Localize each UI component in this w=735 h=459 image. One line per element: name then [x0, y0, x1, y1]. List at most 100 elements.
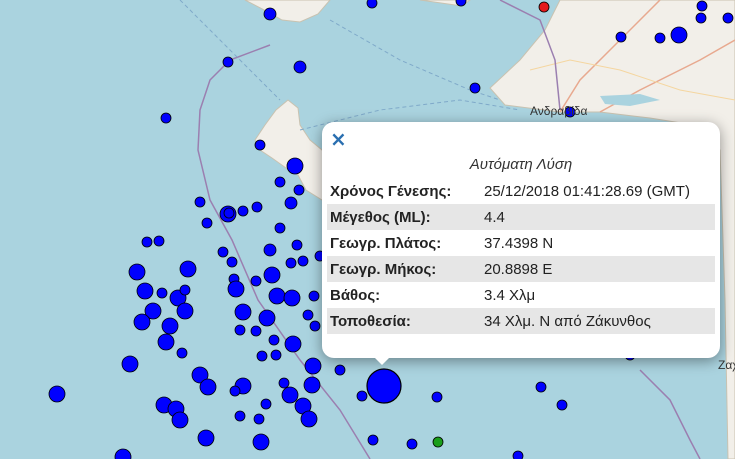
earthquake-marker[interactable] — [254, 139, 266, 151]
earthquake-marker[interactable] — [237, 205, 249, 217]
earthquake-marker[interactable] — [234, 303, 252, 321]
earthquake-marker[interactable] — [309, 320, 321, 332]
earthquake-marker[interactable] — [234, 410, 246, 422]
earthquake-marker[interactable] — [156, 287, 168, 299]
earthquake-marker[interactable] — [366, 0, 378, 9]
earthquake-marker[interactable] — [431, 391, 443, 403]
row-value: 4.4 — [481, 204, 715, 230]
earthquake-marker[interactable] — [229, 385, 241, 397]
earthquake-marker[interactable] — [293, 60, 307, 74]
earthquake-marker[interactable] — [278, 377, 290, 389]
earthquake-marker[interactable] — [286, 157, 304, 175]
earthquake-marker[interactable] — [268, 287, 286, 305]
earthquake-marker[interactable] — [199, 378, 217, 396]
earthquake-marker[interactable] — [284, 335, 302, 353]
place-label-andravida: Ανδραβίδα — [530, 104, 588, 118]
earthquake-marker[interactable] — [334, 364, 346, 376]
earthquake-marker[interactable] — [695, 12, 707, 24]
earthquake-marker[interactable] — [293, 184, 305, 196]
earthquake-marker[interactable] — [274, 176, 286, 188]
earthquake-marker[interactable] — [302, 309, 314, 321]
row-value: 37.4398 N — [484, 234, 554, 252]
earthquake-marker[interactable] — [256, 350, 268, 362]
place-label-zakynthos: Ζαχ — [718, 358, 735, 372]
earthquake-marker[interactable] — [455, 0, 467, 7]
earthquake-marker[interactable] — [300, 410, 318, 428]
earthquake-marker[interactable] — [201, 217, 213, 229]
row-value: 20.8898 E — [481, 256, 715, 282]
table-row: Γεωγρ. Πλάτος: 37.4398 N — [327, 230, 715, 256]
earthquake-marker[interactable] — [226, 256, 238, 268]
earthquake-marker[interactable] — [367, 434, 379, 446]
recent-earthquake-marker[interactable] — [538, 1, 550, 13]
row-label: Βάθος: — [330, 286, 381, 304]
earthquake-marker[interactable] — [469, 82, 481, 94]
close-button[interactable]: × — [330, 128, 347, 150]
earthquake-marker[interactable] — [161, 317, 179, 335]
earthquake-marker[interactable] — [722, 12, 734, 24]
earthquake-info-table: Χρόνος Γένεσης: 25/12/2018 01:41:28.69 (… — [327, 178, 715, 334]
earthquake-marker[interactable] — [258, 309, 276, 327]
earthquake-marker[interactable] — [179, 260, 197, 278]
earthquake-marker[interactable] — [263, 266, 281, 284]
earthquake-marker[interactable] — [654, 32, 666, 44]
earthquake-marker[interactable] — [263, 243, 277, 257]
earthquake-marker[interactable] — [304, 357, 322, 375]
earthquake-marker[interactable] — [406, 438, 418, 450]
row-label: Τοποθεσία: — [327, 308, 481, 334]
earthquake-marker[interactable] — [141, 236, 153, 248]
row-value: 34 Χλμ. Ν από Ζάκυνθος — [481, 308, 715, 334]
earthquake-marker[interactable] — [253, 413, 265, 425]
earthquake-marker[interactable] — [284, 196, 298, 210]
earthquake-marker[interactable] — [308, 290, 320, 302]
earthquake-marker[interactable] — [222, 56, 234, 68]
earthquake-marker[interactable] — [512, 450, 524, 459]
earthquake-marker[interactable] — [48, 385, 66, 403]
earthquake-marker[interactable] — [291, 239, 303, 251]
earthquake-marker[interactable] — [133, 313, 151, 331]
earthquake-marker[interactable] — [303, 376, 321, 394]
earthquake-marker[interactable] — [153, 235, 165, 247]
earthquake-marker[interactable] — [274, 222, 286, 234]
earthquake-marker[interactable] — [136, 282, 154, 300]
earthquake-marker[interactable] — [283, 289, 301, 307]
earthquake-marker[interactable] — [223, 207, 235, 219]
earthquake-marker[interactable] — [535, 381, 547, 393]
earthquake-marker[interactable] — [128, 263, 146, 281]
row-label: Μέγεθος (ML): — [327, 204, 481, 230]
earthquake-marker[interactable] — [556, 399, 568, 411]
earthquake-marker[interactable] — [171, 411, 189, 429]
earthquake-marker[interactable] — [157, 333, 175, 351]
selected-earthquake-marker[interactable] — [366, 368, 402, 404]
earthquake-marker[interactable] — [297, 255, 309, 267]
earthquake-marker[interactable] — [615, 31, 627, 43]
table-row: Χρόνος Γένεσης: 25/12/2018 01:41:28.69 (… — [327, 178, 715, 204]
earthquake-popup: × Αυτόματη Λύση Χρόνος Γένεσης: 25/12/20… — [322, 122, 720, 358]
earthquake-marker[interactable] — [670, 26, 688, 44]
earthquake-marker[interactable] — [227, 280, 245, 298]
earthquake-marker[interactable] — [176, 302, 194, 320]
earthquake-marker[interactable] — [251, 201, 263, 213]
earthquake-marker[interactable] — [285, 257, 297, 269]
earthquake-marker[interactable] — [696, 0, 708, 12]
row-value: 3.4 Χλμ — [484, 286, 536, 304]
earthquake-marker[interactable] — [179, 284, 191, 296]
earthquake-marker[interactable] — [281, 386, 299, 404]
earthquake-marker[interactable] — [217, 246, 229, 258]
earthquake-marker[interactable] — [432, 436, 444, 448]
row-label: Χρόνος Γένεσης: — [330, 182, 452, 200]
earthquake-marker[interactable] — [197, 429, 215, 447]
earthquake-marker[interactable] — [252, 433, 270, 451]
earthquake-marker[interactable] — [260, 398, 272, 410]
earthquake-marker[interactable] — [270, 349, 282, 361]
earthquake-marker[interactable] — [263, 7, 277, 21]
earthquake-marker[interactable] — [121, 355, 139, 373]
earthquake-marker[interactable] — [176, 347, 188, 359]
earthquake-marker[interactable] — [250, 325, 262, 337]
earthquake-marker[interactable] — [234, 324, 246, 336]
earthquake-marker[interactable] — [194, 196, 206, 208]
earthquake-marker[interactable] — [160, 112, 172, 124]
earthquake-marker[interactable] — [250, 275, 262, 287]
earthquake-marker[interactable] — [356, 390, 368, 402]
earthquake-marker[interactable] — [268, 334, 280, 346]
